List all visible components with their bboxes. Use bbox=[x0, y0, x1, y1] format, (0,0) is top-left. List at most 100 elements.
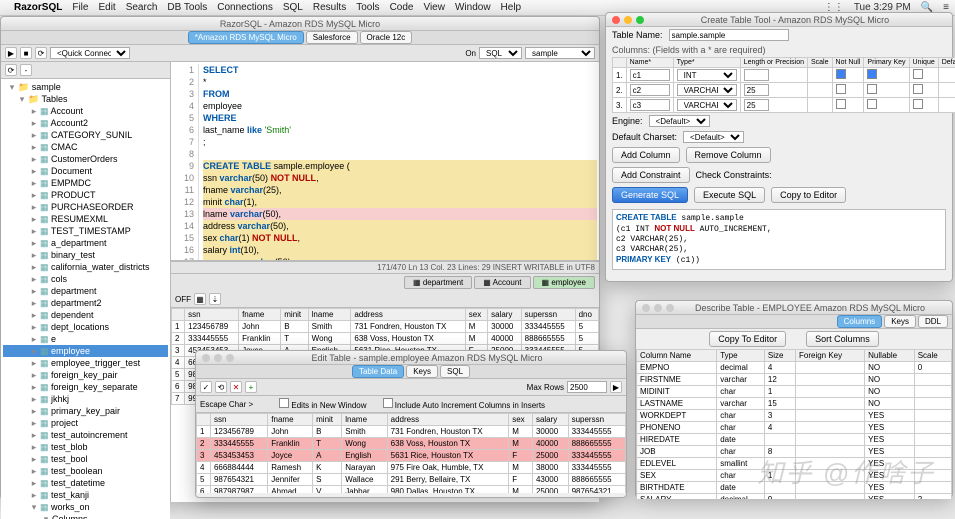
table-row[interactable]: 3453453453JoyceAEnglish5631 Rice, Housto… bbox=[197, 450, 626, 462]
table-row[interactable]: 4666884444RameshKNarayan975 Fire Oak, Hu… bbox=[197, 462, 626, 474]
app-name[interactable]: RazorSQL bbox=[14, 2, 62, 13]
tree-table-test_kanji[interactable]: ▦ test_kanji bbox=[3, 489, 168, 501]
describe-tab-columns[interactable]: Columns bbox=[837, 315, 883, 328]
table-row[interactable]: SALARYdecimal9YES2 bbox=[637, 494, 952, 500]
result-header[interactable]: dno bbox=[575, 309, 598, 321]
remove-column-button[interactable]: Remove Column bbox=[686, 147, 771, 163]
result-header[interactable]: sex bbox=[465, 309, 487, 321]
lang-select[interactable]: SQL bbox=[479, 47, 522, 59]
col-name-input[interactable] bbox=[630, 99, 670, 111]
pk-check[interactable] bbox=[867, 84, 877, 94]
tree-table-department[interactable]: ▦ department bbox=[3, 285, 168, 297]
table-row[interactable]: 1123456789JohnBSmith731 Fondren, Houston… bbox=[172, 321, 599, 333]
unique-check[interactable] bbox=[913, 84, 923, 94]
table-row[interactable]: JOBchar8YES bbox=[637, 446, 952, 458]
tree-columns-folder[interactable]: Columns bbox=[3, 513, 168, 519]
col-name-input[interactable] bbox=[630, 84, 670, 96]
delete-icon[interactable]: ✕ bbox=[230, 381, 242, 393]
describe-tab-ddl[interactable]: DDL bbox=[918, 315, 948, 328]
tree-table-binary_test[interactable]: ▦ binary_test bbox=[3, 249, 168, 261]
tree-table-TEST_TIMESTAMP[interactable]: ▦ TEST_TIMESTAMP bbox=[3, 225, 168, 237]
engine-select[interactable]: <Default> bbox=[649, 115, 710, 127]
table-row[interactable]: 2333445555FranklinTWong638 Voss, Houston… bbox=[172, 333, 599, 345]
exec-icon[interactable]: ▶ bbox=[5, 47, 17, 59]
edit-tab-data[interactable]: Table Data bbox=[352, 365, 404, 378]
sql-editor[interactable]: 1234567891011121314151617181920212223 SE… bbox=[171, 62, 599, 261]
edits-new-window-check[interactable]: Edits in New Window bbox=[279, 398, 366, 410]
tree-table-CustomerOrders[interactable]: ▦ CustomerOrders bbox=[3, 153, 168, 165]
table-row[interactable]: EMPNOdecimal4NO0 bbox=[637, 362, 952, 374]
charset-select[interactable]: <Default> bbox=[683, 131, 744, 143]
unique-check[interactable] bbox=[913, 69, 923, 79]
describe-copy-button[interactable]: Copy To Editor bbox=[709, 331, 786, 347]
col-len-input[interactable] bbox=[744, 84, 769, 96]
table-row[interactable]: EDLEVELsmallintYES bbox=[637, 458, 952, 470]
tree-tables-folder[interactable]: 📁 Tables bbox=[3, 93, 168, 105]
tree-collapse-icon[interactable]: - bbox=[20, 64, 32, 76]
notnull-check[interactable] bbox=[836, 99, 846, 109]
stop-icon[interactable]: ■ bbox=[20, 47, 32, 59]
tree-table-cols[interactable]: ▦ cols bbox=[3, 273, 168, 285]
table-row[interactable]: 6987987987AhmadVJabbar980 Dallas, Housto… bbox=[197, 486, 626, 494]
col-type-select[interactable]: INT bbox=[677, 69, 737, 81]
table-row[interactable]: 2333445555FranklinTWong638 Voss, Houston… bbox=[197, 438, 626, 450]
tree-table-Account2[interactable]: ▦ Account2 bbox=[3, 117, 168, 129]
describe-grid[interactable]: Column NameTypeSizeForeign KeyNullableSc… bbox=[636, 349, 952, 499]
tab-oracle[interactable]: Oracle 12c bbox=[360, 31, 413, 44]
copy-to-editor-button[interactable]: Copy to Editor bbox=[771, 187, 846, 203]
ct-row[interactable]: 1.INT bbox=[613, 68, 955, 83]
save-icon[interactable]: ✓ bbox=[200, 381, 212, 393]
notnull-check[interactable] bbox=[836, 84, 846, 94]
edit-tab-sql[interactable]: SQL bbox=[440, 365, 470, 378]
tree-table-works_on[interactable]: ▦ works_on bbox=[3, 501, 168, 513]
ct-row[interactable]: 2.VARCHAR bbox=[613, 83, 955, 98]
col-type-select[interactable]: VARCHAR bbox=[677, 84, 737, 96]
tree-table-test_bool[interactable]: ▦ test_bool bbox=[3, 453, 168, 465]
table-row[interactable]: SEXchar1YES bbox=[637, 470, 952, 482]
describe-tab-keys[interactable]: Keys bbox=[884, 315, 916, 328]
tree-table-RESUMEXML[interactable]: ▦ RESUMEXML bbox=[3, 213, 168, 225]
col-len-input[interactable] bbox=[744, 69, 769, 81]
add-row-icon[interactable]: + bbox=[245, 381, 257, 393]
tab-salesforce[interactable]: Salesforce bbox=[306, 31, 358, 44]
menu-db tools[interactable]: DB Tools bbox=[167, 2, 207, 13]
tree-table-Account[interactable]: ▦ Account bbox=[3, 105, 168, 117]
result-header[interactable]: address bbox=[351, 309, 465, 321]
tree-table-employee[interactable]: ▦ employee bbox=[3, 345, 168, 357]
notnull-check[interactable] bbox=[836, 69, 846, 79]
result-header[interactable]: lname bbox=[308, 309, 351, 321]
tree-table-foreign_key_separate[interactable]: ▦ foreign_key_separate bbox=[3, 381, 168, 393]
tree-table-PRODUCT[interactable]: ▦ PRODUCT bbox=[3, 189, 168, 201]
menu-code[interactable]: Code bbox=[390, 2, 414, 13]
col-name-input[interactable] bbox=[630, 69, 670, 81]
tree-table-california_water_districts[interactable]: ▦ california_water_districts bbox=[3, 261, 168, 273]
tree-table-a_department[interactable]: ▦ a_department bbox=[3, 237, 168, 249]
tree-table-test_blob[interactable]: ▦ test_blob bbox=[3, 441, 168, 453]
refresh-icon[interactable]: ⟳ bbox=[35, 47, 47, 59]
result-header[interactable]: salary bbox=[488, 309, 522, 321]
tree-table-dept_locations[interactable]: ▦ dept_locations bbox=[3, 321, 168, 333]
generate-sql-button[interactable]: Generate SQL bbox=[612, 187, 688, 203]
table-row[interactable]: WORKDEPTchar3YES bbox=[637, 410, 952, 422]
menu-edit[interactable]: Edit bbox=[98, 2, 115, 13]
execute-sql-button[interactable]: Execute SQL bbox=[694, 187, 765, 203]
pk-check[interactable] bbox=[867, 69, 877, 79]
max-rows-input[interactable] bbox=[567, 381, 607, 393]
tab-rds[interactable]: *Amazon RDS MySQL Micro bbox=[188, 31, 304, 44]
schema-select[interactable]: sample bbox=[525, 47, 595, 59]
menu-view[interactable]: View bbox=[423, 2, 445, 13]
unique-check[interactable] bbox=[913, 99, 923, 109]
result-tab-account[interactable]: ▦ Account bbox=[474, 276, 530, 289]
tree-root[interactable]: 📁 sample bbox=[3, 81, 168, 93]
tree-table-CMAC[interactable]: ▦ CMAC bbox=[3, 141, 168, 153]
table-row[interactable]: HIREDATEdateYES bbox=[637, 434, 952, 446]
result-header[interactable]: fname bbox=[239, 309, 281, 321]
quick-connect[interactable]: <Quick Connect> bbox=[50, 47, 130, 59]
include-auto-check[interactable]: Include Auto Increment Columns in Insert… bbox=[383, 398, 546, 410]
edit-table-grid[interactable]: ssnfnameminitlnameaddresssexsalarysupers… bbox=[196, 413, 626, 493]
tree-table-PURCHASEORDER[interactable]: ▦ PURCHASEORDER bbox=[3, 201, 168, 213]
menu-sql[interactable]: SQL bbox=[283, 2, 303, 13]
result-header[interactable]: minit bbox=[281, 309, 308, 321]
tree-table-department2[interactable]: ▦ department2 bbox=[3, 297, 168, 309]
menu-results[interactable]: Results bbox=[313, 2, 346, 13]
